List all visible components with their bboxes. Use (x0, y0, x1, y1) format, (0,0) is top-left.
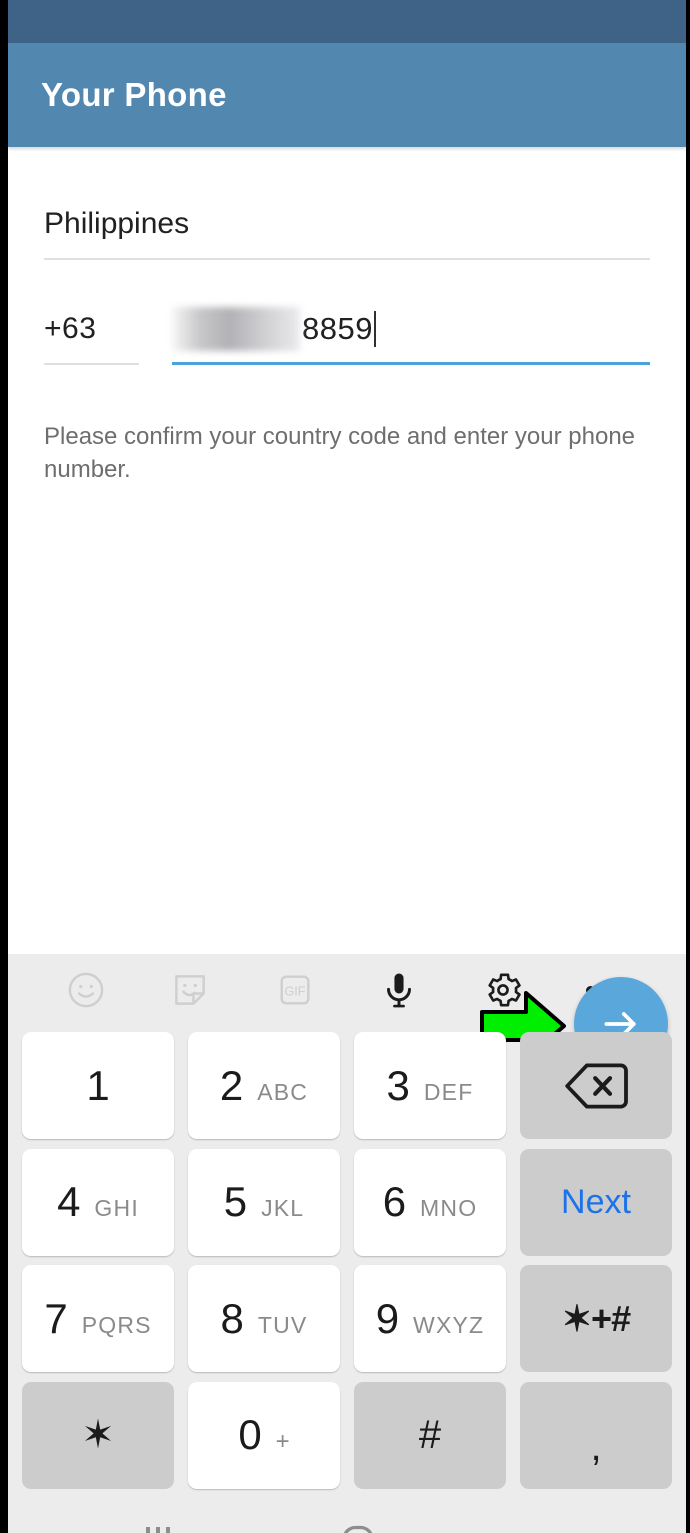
country-value: Philippines (44, 207, 190, 240)
key-4-letters: GHI (94, 1195, 139, 1222)
key-3[interactable]: 3 DEF (354, 1032, 506, 1139)
key-next[interactable]: Next (520, 1148, 672, 1256)
nav-recents-button[interactable] (8, 1526, 308, 1533)
country-code-field[interactable]: +63 (44, 309, 150, 365)
gif-icon-label: GIF (284, 985, 305, 999)
key-symbols[interactable]: ✶+# (520, 1265, 672, 1373)
key-2-letters: ABC (257, 1078, 309, 1105)
country-underline (44, 258, 650, 260)
page-title: Your Phone (41, 76, 227, 113)
key-9-digit: 9 (375, 1294, 400, 1342)
key-9-letters: WXYZ (413, 1311, 485, 1338)
key-7-digit: 7 (44, 1294, 68, 1342)
keyboard: GIF 1 2 ABC 3 DEF 4 GHI 5 JKL 6 MNO Next… (8, 954, 686, 1499)
key-9[interactable]: 9 WXYZ (354, 1265, 506, 1373)
key-backspace[interactable] (520, 1032, 672, 1139)
key-6[interactable]: 6 MNO (354, 1148, 506, 1256)
phone-screen: Your Phone Philippines +63 8859 Please c… (0, 0, 690, 1533)
emoji-icon[interactable] (55, 959, 117, 1021)
key-hash[interactable]: # (354, 1381, 506, 1489)
key-3-letters: DEF (423, 1078, 474, 1105)
form-area: Philippines +63 8859 Please confirm your… (8, 204, 686, 1071)
phone-number-field[interactable]: 8859 (172, 302, 650, 365)
key-4[interactable]: 4 GHI (22, 1148, 174, 1256)
key-2-digit: 2 (219, 1061, 244, 1109)
keypad-row: 1 2 ABC 3 DEF (22, 1032, 672, 1139)
nav-hide-keyboard-button[interactable] (408, 1530, 576, 1533)
key-7[interactable]: 7 PQRS (22, 1265, 174, 1373)
keypad-row: 7 PQRS 8 TUV 9 WXYZ ✶+# (22, 1265, 672, 1373)
key-3-digit: 3 (386, 1061, 410, 1109)
key-comma[interactable]: , (520, 1381, 672, 1489)
key-asterisk[interactable]: ✶ (22, 1381, 174, 1489)
country-code-value: +63 (44, 312, 97, 345)
key-0-alt: + (275, 1428, 290, 1456)
key-7-letters: PQRS (81, 1311, 152, 1338)
key-5-digit: 5 (223, 1178, 248, 1226)
key-6-letters: MNO (420, 1195, 478, 1222)
home-icon (343, 1525, 373, 1533)
key-8-digit: 8 (220, 1294, 244, 1342)
key-5[interactable]: 5 JKL (188, 1148, 340, 1256)
microphone-icon[interactable] (368, 959, 430, 1021)
key-next-label: Next (561, 1183, 631, 1222)
country-field[interactable]: Philippines (44, 204, 650, 260)
key-8-letters: TUV (257, 1311, 308, 1338)
phone-row: +63 8859 (44, 302, 650, 365)
key-0-digit: 0 (238, 1411, 262, 1459)
phone-number-value: 8859 (302, 311, 373, 346)
phone-number-value-wrap: 8859 (172, 302, 650, 356)
key-2[interactable]: 2 ABC (188, 1032, 340, 1139)
sticker-icon[interactable] (159, 959, 221, 1021)
hide-keyboard-icon (469, 1530, 515, 1533)
key-comma-label: , (590, 1425, 602, 1470)
status-bar (8, 0, 686, 43)
key-1[interactable]: 1 (22, 1032, 174, 1139)
key-symbols-label: ✶+# (561, 1297, 631, 1339)
backspace-icon (565, 1063, 628, 1108)
recents-icon (146, 1526, 170, 1533)
key-0[interactable]: 0 + (188, 1381, 340, 1489)
nav-home-button[interactable] (308, 1522, 408, 1533)
key-6-digit: 6 (382, 1178, 407, 1226)
key-1-digit: 1 (86, 1061, 110, 1109)
keypad-row: ✶ 0 + # , (22, 1381, 672, 1489)
country-code-underline (44, 363, 140, 365)
text-caret (373, 311, 376, 347)
app-bar: Your Phone (8, 43, 686, 147)
system-nav-bar (8, 1499, 686, 1533)
phone-number-underline (172, 362, 650, 365)
hint-text: Please confirm your country code and ent… (44, 423, 636, 483)
keypad: 1 2 ABC 3 DEF 4 GHI 5 JKL 6 MNO Next 7 P… (8, 1026, 686, 1499)
key-4-digit: 4 (57, 1178, 81, 1226)
key-asterisk-label: ✶ (81, 1413, 115, 1458)
gif-icon[interactable]: GIF (264, 959, 326, 1021)
keypad-row: 4 GHI 5 JKL 6 MNO Next (22, 1148, 672, 1256)
key-hash-label: # (418, 1413, 442, 1458)
key-8[interactable]: 8 TUV (188, 1265, 340, 1373)
key-5-letters: JKL (261, 1195, 305, 1222)
redacted-digits-blur (172, 307, 300, 351)
